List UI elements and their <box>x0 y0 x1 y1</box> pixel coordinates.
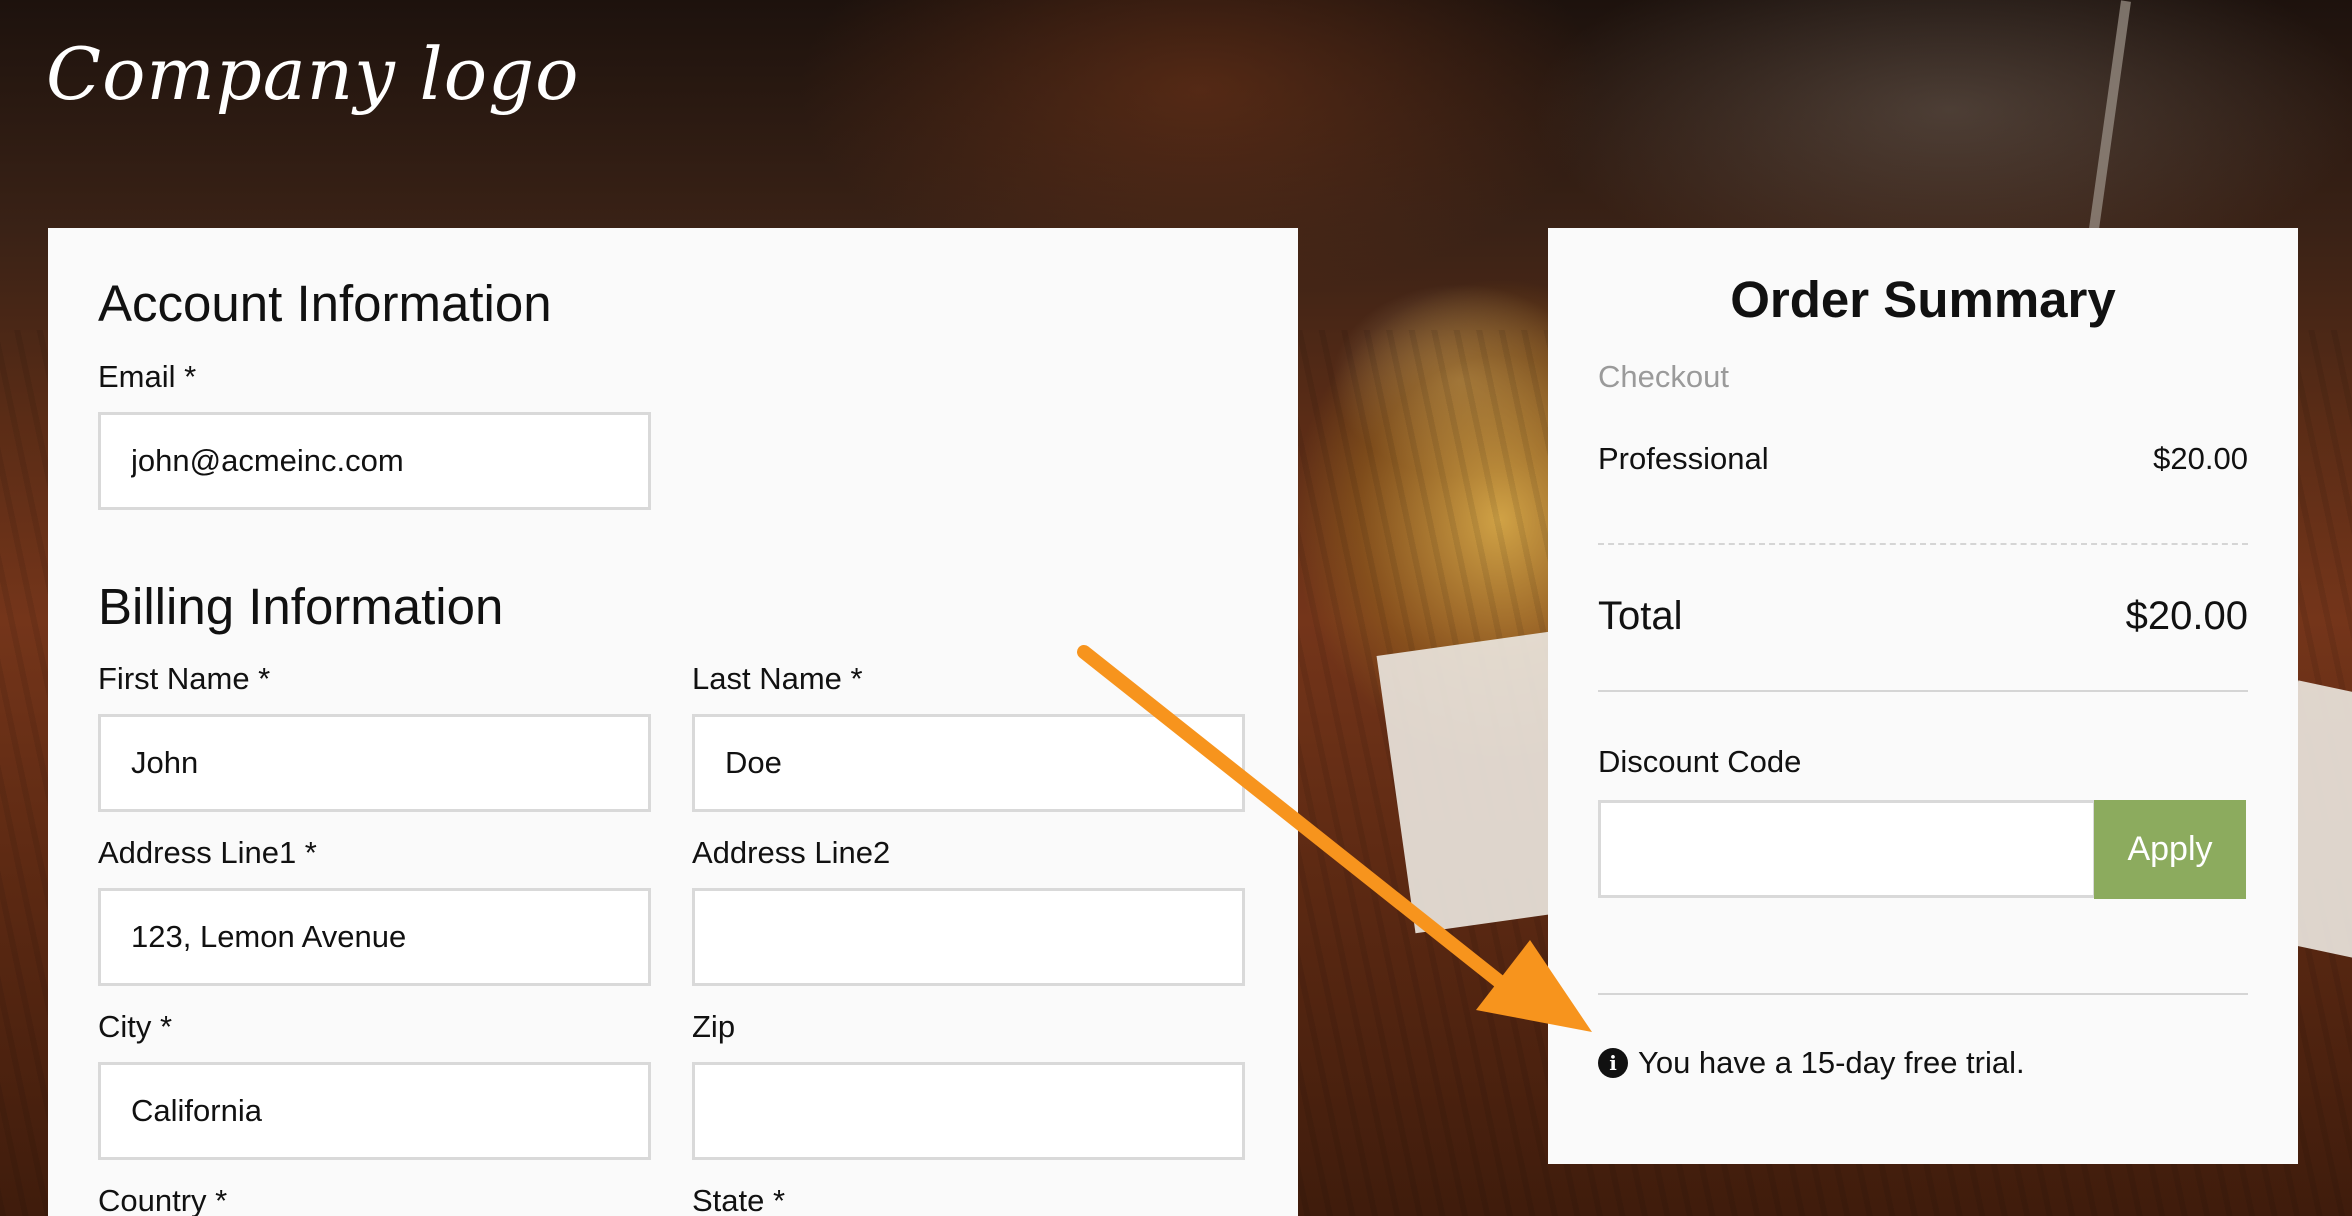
total-value: $20.00 <box>2125 594 2248 638</box>
divider <box>1598 993 2248 995</box>
address2-field[interactable] <box>692 888 1245 986</box>
email-label: Email * <box>98 359 197 394</box>
line-item-price: $20.00 <box>2153 441 2248 476</box>
last-name-label: Last Name * <box>692 661 863 696</box>
city-label: City * <box>98 1009 173 1044</box>
order-summary-title: Order Summary <box>1730 271 2116 328</box>
info-icon: i <box>1598 1048 1628 1078</box>
first-name-field[interactable] <box>98 714 651 812</box>
divider <box>1598 690 2248 692</box>
account-info-title: Account Information <box>98 275 552 332</box>
address2-label: Address Line2 <box>692 835 891 870</box>
company-logo: Company logo <box>46 32 580 116</box>
address1-field[interactable] <box>98 888 651 986</box>
state-label: State * <box>692 1183 786 1216</box>
last-name-field[interactable] <box>692 714 1245 812</box>
billing-info-title: Billing Information <box>98 578 504 635</box>
checkout-subtitle: Checkout <box>1598 359 1729 394</box>
line-item-name: Professional <box>1598 441 1769 476</box>
billing-form-card: Account Information Email * Billing Info… <box>48 228 1298 1216</box>
apply-button[interactable]: Apply <box>2094 800 2246 899</box>
zip-label: Zip <box>692 1009 736 1044</box>
total-label: Total <box>1598 594 1683 638</box>
zip-field[interactable] <box>692 1062 1245 1160</box>
discount-code-label: Discount Code <box>1598 744 1802 779</box>
first-name-label: First Name * <box>98 661 271 696</box>
email-field[interactable] <box>98 412 651 510</box>
address1-label: Address Line1 * <box>98 835 317 870</box>
country-label: Country * <box>98 1183 228 1216</box>
order-summary-card: Order Summary Checkout Professional $20.… <box>1548 228 2298 1164</box>
city-field[interactable] <box>98 1062 651 1160</box>
divider <box>1598 543 2248 545</box>
trial-notice: You have a 15-day free trial. <box>1638 1045 2025 1080</box>
discount-code-input[interactable] <box>1598 800 2096 898</box>
